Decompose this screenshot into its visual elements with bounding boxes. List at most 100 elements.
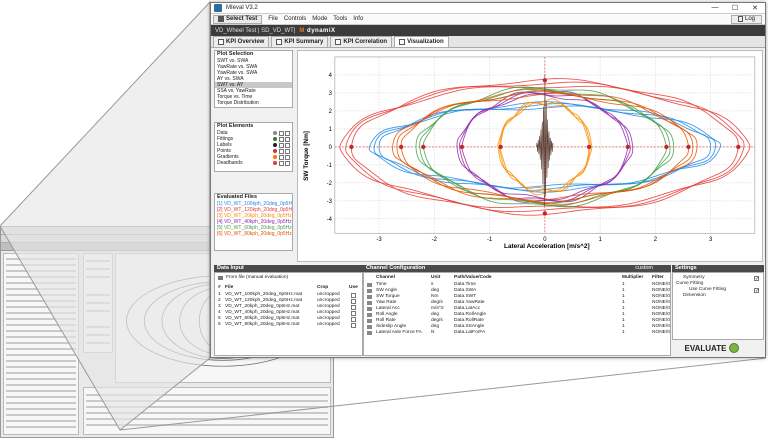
menu-tools[interactable]: Tools bbox=[333, 16, 347, 22]
menu-file[interactable]: File bbox=[268, 16, 278, 22]
menu-mode[interactable]: Mode bbox=[312, 16, 327, 22]
window-title: MIeval V3.2 bbox=[226, 5, 258, 11]
checkbox[interactable] bbox=[279, 154, 284, 160]
window-titlebar: MIeval V3.2 — ☐ ✕ bbox=[211, 3, 765, 14]
checkbox[interactable] bbox=[279, 160, 284, 166]
select-test-label: Select Test bbox=[226, 16, 258, 22]
use-checkbox[interactable] bbox=[351, 322, 356, 328]
col-filter: Filter bbox=[652, 275, 664, 280]
plot-element-item[interactable]: Deadbands bbox=[215, 160, 292, 166]
screenshot-stage: MIeval V3.2 — ☐ ✕ Select Test File Contr… bbox=[0, 0, 768, 439]
chart-point bbox=[398, 144, 404, 150]
channel-config-panel: Channel Unit Path/Value/Code Multiplier … bbox=[363, 272, 671, 356]
minimize-icon[interactable]: — bbox=[705, 4, 725, 12]
brand-logo: M dynamiX bbox=[299, 28, 335, 34]
chart-point bbox=[498, 144, 503, 150]
tab-label: KPI Overview bbox=[226, 39, 265, 45]
checkbox[interactable] bbox=[279, 136, 284, 142]
use-checkbox[interactable] bbox=[351, 292, 356, 298]
checkbox[interactable] bbox=[285, 154, 290, 160]
data-source-selector[interactable]: From file (manual evaluation) bbox=[215, 275, 362, 281]
x-tick-label: 2 bbox=[654, 237, 657, 243]
log-label: Log bbox=[744, 16, 755, 22]
checkbox[interactable] bbox=[279, 130, 284, 136]
x-tick-label: -1 bbox=[487, 237, 493, 243]
use-checkbox[interactable] bbox=[351, 298, 356, 304]
checkbox[interactable] bbox=[285, 136, 290, 142]
custom-label[interactable]: custom bbox=[635, 265, 653, 272]
y-tick-label: 2 bbox=[329, 109, 332, 115]
channel-grid-icon bbox=[367, 313, 372, 317]
tab-kpi-summary[interactable]: KPI Summary bbox=[271, 36, 329, 47]
col-crop: Crop bbox=[317, 285, 329, 290]
channel-grid-icon bbox=[367, 331, 372, 335]
channel-filter: NONE/0 bbox=[652, 330, 670, 335]
channel-row[interactable]: Lateral Axle Force FA N Data.LatForFA 1 NONE… bbox=[364, 330, 670, 336]
col-path: Path/Value/Code bbox=[454, 275, 492, 280]
x-tick-label: -3 bbox=[376, 237, 382, 243]
channel-unit: N bbox=[431, 330, 435, 335]
tab-kpi-correlation[interactable]: KPI Correlation bbox=[330, 36, 393, 47]
sw-torque-vs-lateral-acceleration-chart[interactable]: -3 -2 -1 0 1 2 3-4-3-2-101234 Lateral Accelera… bbox=[297, 50, 763, 262]
maximize-icon[interactable]: ☐ bbox=[725, 4, 745, 12]
y-tick-label: -3 bbox=[327, 199, 333, 205]
chart-point bbox=[586, 144, 592, 150]
col-use: Use bbox=[349, 285, 358, 290]
tab-label: KPI Correlation bbox=[343, 39, 388, 45]
settings-label: Dimension bbox=[683, 293, 706, 298]
x-axis-label: Lateral Acceleration [m/s^2] bbox=[504, 242, 590, 250]
use-checkbox[interactable] bbox=[351, 316, 356, 322]
checkbox[interactable] bbox=[285, 160, 290, 166]
chart-point bbox=[736, 144, 741, 150]
y-tick-label: -2 bbox=[327, 181, 332, 187]
data-input-table-header: # File Crop Use bbox=[215, 285, 362, 291]
chart-point bbox=[421, 144, 426, 150]
use-checkbox[interactable] bbox=[351, 304, 356, 310]
channel-config-title: Channel Configuration bbox=[366, 265, 426, 271]
y-tick-label: 1 bbox=[329, 127, 333, 133]
checkbox[interactable] bbox=[279, 142, 284, 148]
data-input-header: Data Input bbox=[214, 265, 363, 272]
settings-row[interactable]: Dimension bbox=[673, 293, 763, 299]
evaluated-files-list: [1] VD_WT_100kph_20deg_0p5Hz.mat[2] VD_W… bbox=[215, 201, 292, 237]
use-checkbox[interactable] bbox=[351, 310, 356, 316]
tab-bar: KPI Overview KPI Summary KPI Correlation… bbox=[211, 36, 765, 48]
settings-checkbox[interactable]: ✓ bbox=[754, 287, 759, 294]
tab-visualization[interactable]: Visualization bbox=[394, 36, 449, 47]
menu-info[interactable]: Info bbox=[353, 16, 363, 22]
main-app-window: MIeval V3.2 — ☐ ✕ Select Test File Contr… bbox=[210, 2, 766, 358]
plot-elements-box: Plot Elements Data Fittings Labels Points Gr… bbox=[214, 122, 293, 172]
data-source-label: From file (manual evaluation) bbox=[226, 275, 289, 280]
test-path-bar: VD_Wheel Test | SD_VD_WT| M dynamiX bbox=[211, 25, 765, 36]
x-tick-label: -2 bbox=[432, 237, 437, 243]
log-button[interactable]: Log bbox=[730, 14, 762, 24]
channel-grid-icon bbox=[367, 319, 372, 323]
evaluate-button[interactable]: EVALUATE bbox=[672, 341, 752, 355]
channel-table-header: Channel Unit Path/Value/Code Multiplier … bbox=[364, 275, 670, 281]
data-input-row[interactable]: 6 VD_WT_80kph_20deg_0p5Hz.mat uncropped bbox=[215, 322, 362, 328]
plot-selection-list: SWT vs. SWA YawRate vs. SWA YawRate vs. SW… bbox=[215, 58, 292, 106]
checkbox[interactable] bbox=[279, 148, 284, 154]
menu-controls[interactable]: Controls bbox=[284, 16, 306, 22]
data-input-panel: From file (manual evaluation) # File Cro… bbox=[214, 272, 363, 356]
close-icon[interactable]: ✕ bbox=[745, 4, 765, 12]
y-tick-label: -4 bbox=[327, 217, 333, 223]
menu-bar: Select Test File Controls Mode Tools Inf… bbox=[211, 14, 765, 25]
plot-selection-item[interactable]: Torque Distribution bbox=[215, 100, 292, 106]
background-tree-panel bbox=[3, 253, 79, 435]
evaluated-file-item[interactable]: [6] VD_WT_80kph_20deg_0p5Hz.mat bbox=[215, 231, 292, 237]
select-test-button[interactable]: Select Test bbox=[213, 14, 263, 24]
checkbox[interactable] bbox=[285, 142, 290, 148]
settings-checkbox[interactable]: ✓ bbox=[754, 275, 759, 282]
plot-selection-title: Plot Selection bbox=[217, 51, 254, 57]
plot-element-label: Deadbands bbox=[217, 160, 243, 166]
evaluated-files-title: Evaluated Files bbox=[217, 194, 258, 200]
checkbox[interactable] bbox=[285, 130, 290, 136]
evaluated-files-box: Evaluated Files [1] VD_WT_100kph_20deg_0… bbox=[214, 193, 293, 251]
color-dot-icon bbox=[273, 137, 277, 141]
col-multiplier: Multiplier bbox=[622, 275, 644, 280]
tab-kpi-overview[interactable]: KPI Overview bbox=[213, 36, 270, 47]
settings-title: Settings bbox=[675, 265, 697, 271]
checkbox[interactable] bbox=[285, 148, 290, 154]
channel-grid-icon bbox=[367, 283, 372, 287]
